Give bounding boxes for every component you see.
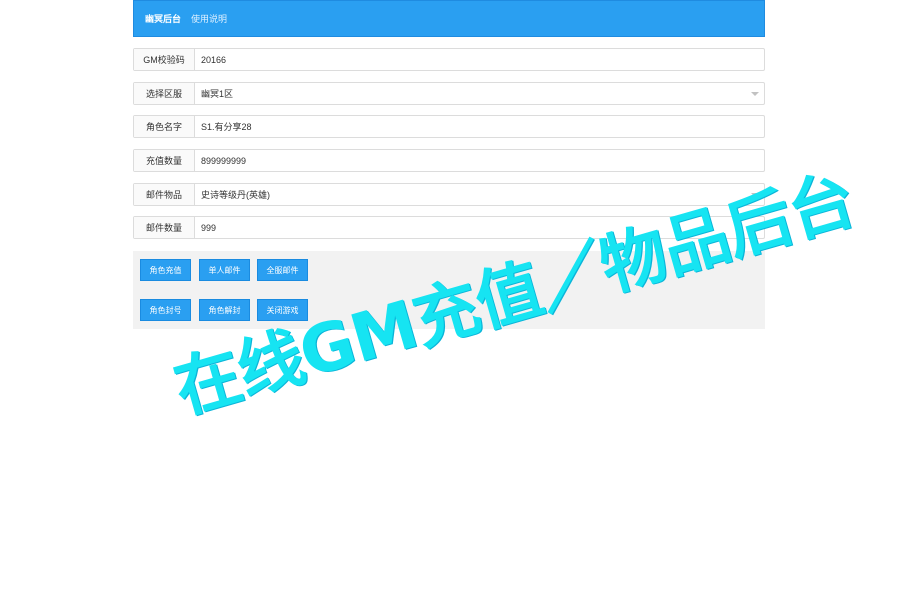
recharge-amount-input[interactable]: 899999999: [195, 150, 764, 171]
role-recharge-button[interactable]: 角色充值: [140, 259, 191, 281]
server-select-label: 选择区服: [134, 83, 195, 104]
top-navbar: 幽冥后台 使用说明: [133, 0, 765, 37]
help-link[interactable]: 使用说明: [191, 12, 227, 25]
role-name-label: 角色名字: [134, 116, 195, 137]
mail-item-value: 史诗等级丹(英雄): [201, 190, 270, 200]
role-name-row: 角色名字 S1.有分享28: [133, 115, 765, 138]
recharge-amount-row: 充值数量 899999999: [133, 149, 765, 172]
chevron-down-icon: [751, 91, 759, 96]
recharge-amount-label: 充值数量: [134, 150, 195, 171]
role-name-input[interactable]: S1.有分享28: [195, 116, 764, 137]
gm-code-row: GM校验码 20166: [133, 48, 765, 71]
server-select-value: 幽冥1区: [201, 89, 234, 99]
server-select-row: 选择区服 幽冥1区: [133, 82, 765, 105]
all-mail-button[interactable]: 全服邮件: [257, 259, 308, 281]
ban-role-button[interactable]: 角色封号: [140, 299, 191, 321]
mail-quantity-label: 邮件数量: [134, 217, 195, 238]
server-select[interactable]: 幽冥1区: [195, 83, 764, 104]
gm-code-input[interactable]: 20166: [195, 49, 764, 70]
single-mail-button[interactable]: 单人邮件: [199, 259, 250, 281]
brand-title[interactable]: 幽冥后台: [145, 12, 181, 25]
mail-item-label: 邮件物品: [134, 184, 195, 205]
gm-code-label: GM校验码: [134, 49, 195, 70]
